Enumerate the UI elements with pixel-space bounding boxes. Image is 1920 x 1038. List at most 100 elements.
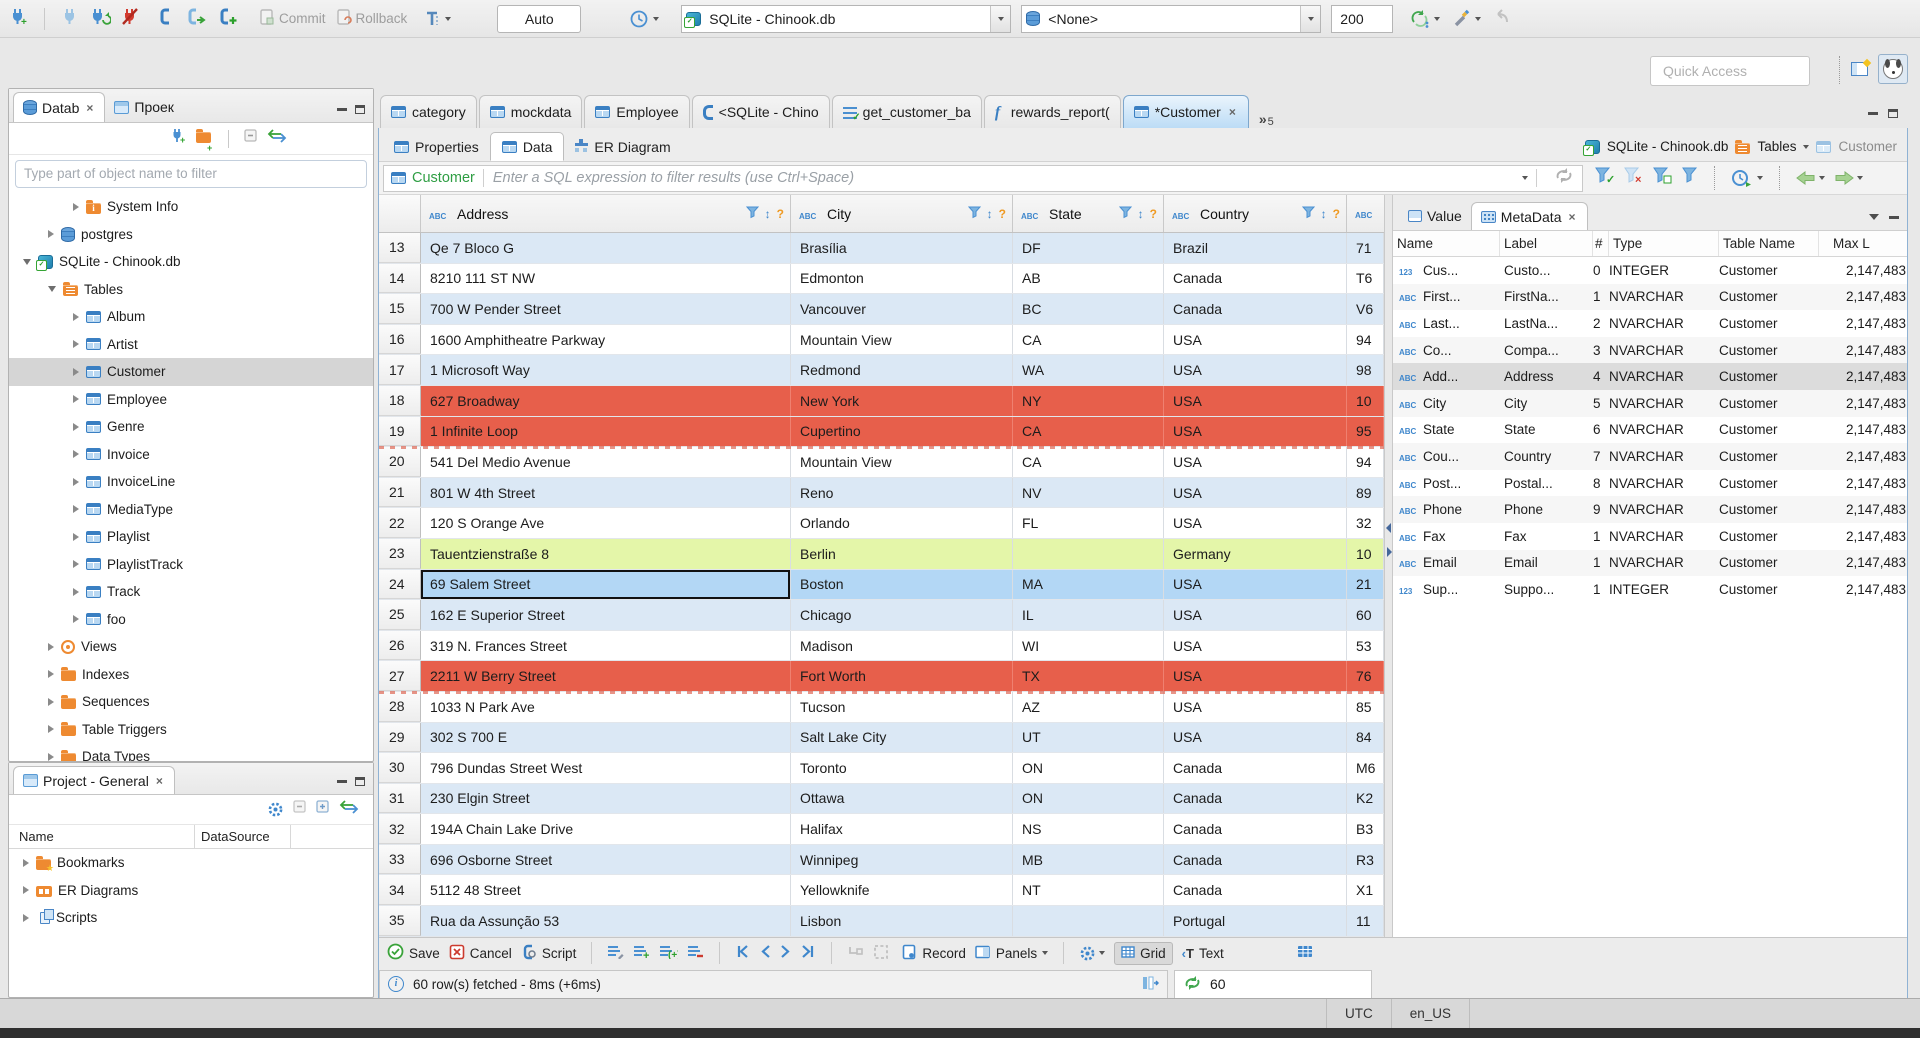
editor-subtab[interactable]: Data	[489, 132, 565, 161]
metadata-maxlength-cell[interactable]: 2,147,483	[1819, 449, 1907, 464]
row-number-cell[interactable]: 25	[379, 600, 421, 630]
expand-arrow-icon[interactable]	[48, 286, 56, 293]
row-number-cell[interactable]: 20	[379, 447, 421, 477]
metadata-type-cell[interactable]: NVARCHAR	[1609, 369, 1719, 384]
column-header-partial[interactable]	[1347, 195, 1384, 232]
table-row[interactable]: 32 194A Chain Lake Drive Halifax NS Cana…	[379, 814, 1384, 845]
column-help-icon[interactable]: ?	[999, 207, 1006, 221]
maximize-icon[interactable]	[1888, 109, 1898, 118]
timezone-indicator[interactable]: UTC	[1325, 999, 1391, 1028]
tree-item[interactable]: Genre	[9, 413, 373, 441]
cell-country[interactable]: USA	[1164, 722, 1347, 753]
metadata-ordinal-cell[interactable]: 0	[1593, 263, 1609, 278]
cell-postalcode-partial[interactable]: 85	[1347, 691, 1384, 722]
metadata-ordinal-cell[interactable]: 8	[1593, 476, 1609, 491]
tree-item[interactable]: Sequences	[9, 688, 373, 716]
minimize-icon[interactable]	[337, 780, 347, 783]
chevron-down-icon[interactable]	[1803, 144, 1810, 149]
metadata-type-cell[interactable]: NVARCHAR	[1609, 449, 1719, 464]
close-icon[interactable]	[1227, 105, 1238, 119]
disconnect-plug-icon[interactable]	[121, 7, 141, 31]
go-to-row-icon[interactable]	[847, 944, 864, 963]
tree-item[interactable]: Employee	[9, 386, 373, 414]
plug-icon[interactable]	[61, 7, 79, 31]
cancel-button[interactable]: Cancel	[449, 944, 512, 963]
column-filter-icon[interactable]	[1118, 206, 1132, 222]
metadata-row[interactable]: Sup... Suppo... 1 INTEGER Customer 2,147…	[1393, 576, 1907, 603]
metadata-row[interactable]: Post... Postal... 8 NVARCHAR Customer 2,…	[1393, 470, 1907, 497]
cell-country[interactable]: Canada	[1164, 844, 1347, 875]
metadata-type-cell[interactable]: NVARCHAR	[1609, 289, 1719, 304]
rollback-button[interactable]: Rollback	[336, 8, 407, 29]
commit-button[interactable]: Commit	[259, 8, 326, 29]
column-header[interactable]: Country ↕ ?	[1164, 195, 1347, 232]
tree-item[interactable]: Table Triggers	[9, 716, 373, 744]
refresh-count-box[interactable]: 60	[1174, 969, 1372, 999]
row-number-cell[interactable]: 17	[379, 355, 421, 385]
cell-country[interactable]: USA	[1164, 324, 1347, 355]
cell-city[interactable]: Tucson	[791, 691, 1013, 722]
cell-postalcode-partial[interactable]: 94	[1347, 447, 1384, 477]
row-number-cell[interactable]: 15	[379, 294, 421, 324]
row-number-cell[interactable]: 18	[379, 385, 421, 416]
tab-overflow-chevron[interactable]: 5	[1251, 107, 1274, 128]
expand-arrow-icon[interactable]	[73, 587, 79, 596]
metadata-column-header[interactable]: #	[1593, 231, 1609, 256]
project-tree-item[interactable]: Scripts	[9, 904, 373, 932]
column-header-name[interactable]: Name	[9, 825, 195, 848]
cell-country[interactable]: Canada	[1164, 814, 1347, 844]
cell-postalcode-partial[interactable]: X1	[1347, 875, 1384, 906]
table-row[interactable]: 23 Tauentzienstraße 8 Berlin Germany 10	[379, 538, 1384, 570]
breadcrumb-db[interactable]: SQLite - Chinook.db	[1607, 139, 1729, 154]
table-row[interactable]: 26 319 N. Frances Street Madison WI USA …	[379, 630, 1384, 662]
tab-project-general[interactable]: Project - General	[13, 766, 175, 794]
metadata-row[interactable]: State State 6 NVARCHAR Customer 2,147,48…	[1393, 417, 1907, 444]
select-region-icon[interactable]	[873, 944, 889, 963]
new-connection-plug-icon[interactable]: +	[8, 7, 28, 31]
tree-item[interactable]: foo	[9, 606, 373, 634]
cell-country[interactable]: USA	[1164, 508, 1347, 538]
cell-city[interactable]: Reno	[791, 477, 1013, 508]
filter-history-dropdown-icon[interactable]	[1522, 176, 1528, 180]
new-folder-icon[interactable]: +	[196, 128, 213, 152]
column-filter-icon[interactable]	[967, 206, 981, 222]
cell-country[interactable]: Canada	[1164, 783, 1347, 814]
tree-item[interactable]: Customer	[9, 358, 373, 386]
metadata-column-header[interactable]: Table Name	[1719, 231, 1819, 256]
row-number-cell[interactable]: 23	[379, 538, 421, 569]
cell-address[interactable]: 796 Dundas Street West	[421, 753, 791, 783]
transaction-mode-icon[interactable]	[425, 10, 452, 28]
metadata-type-cell[interactable]: NVARCHAR	[1609, 396, 1719, 411]
new-connection-plug-icon[interactable]: +	[170, 128, 187, 149]
expand-arrow-icon[interactable]	[23, 258, 31, 265]
cell-address[interactable]: 1600 Amphitheatre Parkway	[421, 324, 791, 355]
tree-item[interactable]: Artist	[9, 331, 373, 359]
sort-icon[interactable]: ↕	[1138, 207, 1144, 221]
metadata-row[interactable]: Fax Fax 1 NVARCHAR Customer 2,147,483	[1393, 523, 1907, 550]
metadata-label-cell[interactable]: Country	[1500, 449, 1593, 464]
cell-city[interactable]: Salt Lake City	[791, 722, 1013, 753]
expand-arrow-icon[interactable]	[73, 422, 79, 431]
metadata-name-cell[interactable]: Post...	[1393, 476, 1500, 491]
cell-postalcode-partial[interactable]: 10	[1347, 538, 1384, 569]
metadata-name-cell[interactable]: Co...	[1393, 343, 1500, 358]
expand-arrow-icon[interactable]	[23, 858, 29, 867]
metadata-name-cell[interactable]: Last...	[1393, 316, 1500, 331]
metadata-column-header[interactable]: Name	[1393, 231, 1500, 256]
metadata-maxlength-cell[interactable]: 2,147,483	[1819, 555, 1907, 570]
cell-city[interactable]: Chicago	[791, 600, 1013, 630]
cell-country[interactable]: Canada	[1164, 263, 1347, 294]
cell-address[interactable]: 700 W Pender Street	[421, 294, 791, 324]
metadata-label-cell[interactable]: Phone	[1500, 502, 1593, 517]
metadata-name-cell[interactable]: State	[1393, 422, 1500, 437]
cell-country[interactable]: Canada	[1164, 294, 1347, 324]
cell-city[interactable]: Fort Worth	[791, 661, 1013, 691]
cell-state[interactable]: NV	[1013, 477, 1164, 508]
cell-postalcode-partial[interactable]: 53	[1347, 630, 1384, 661]
minimize-icon[interactable]	[1889, 215, 1899, 219]
auto-refresh-clock-icon[interactable]	[1731, 168, 1763, 188]
expand-arrow-icon[interactable]	[73, 532, 79, 541]
next-row-icon[interactable]	[780, 944, 792, 962]
tree-item[interactable]: Playlist	[9, 523, 373, 551]
metadata-label-cell[interactable]: Address	[1500, 369, 1593, 384]
